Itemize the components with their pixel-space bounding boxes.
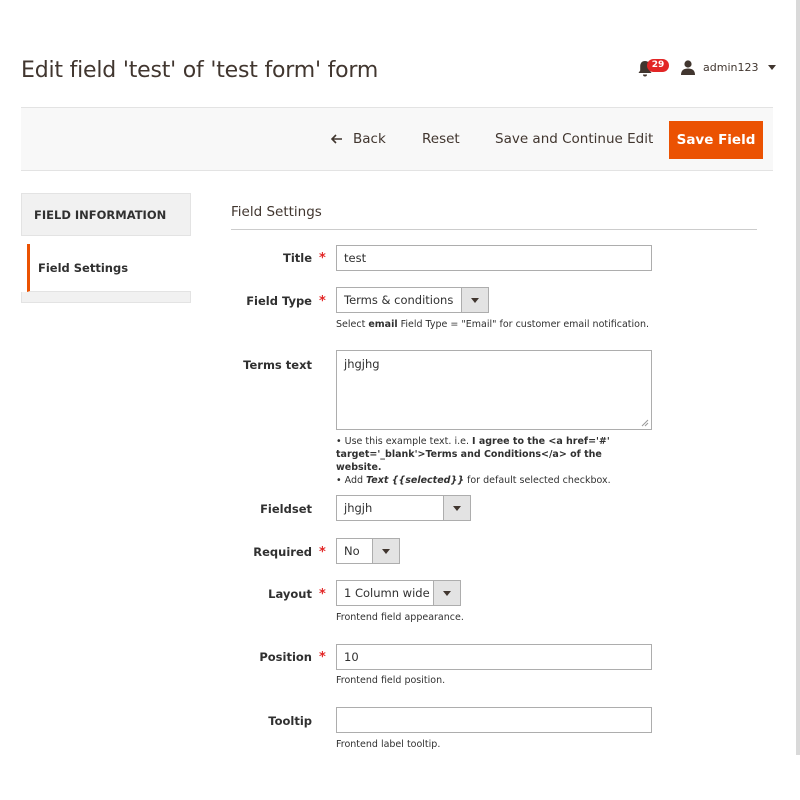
field-type-select[interactable]: Terms & conditions [336, 287, 489, 313]
field-type-note: Select email Field Type = "Email" for cu… [336, 319, 649, 330]
tooltip-label: Tooltip [268, 714, 312, 728]
chevron-down-icon [461, 288, 488, 312]
required-select[interactable]: No [336, 538, 400, 564]
section-divider [231, 229, 757, 230]
reset-button[interactable]: Reset [422, 131, 460, 147]
position-required-marker: * [319, 650, 326, 665]
page-scrollbar[interactable] [796, 0, 800, 755]
sidebar-item-field-settings[interactable]: Field Settings [27, 244, 191, 292]
back-button[interactable]: Back [331, 131, 386, 147]
tooltip-input[interactable] [336, 707, 652, 733]
terms-text-value: jhgjhg [344, 357, 380, 371]
chevron-down-icon [372, 539, 399, 563]
field-type-label: Field Type [246, 294, 312, 308]
save-field-button[interactable]: Save Field [669, 121, 763, 159]
layout-note: Frontend field appearance. [336, 612, 464, 623]
back-button-label: Back [353, 131, 386, 147]
page-actions-bar: Back Reset Save and Continue Edit Save F… [21, 107, 773, 171]
fieldset-select[interactable]: jhgjh [336, 495, 471, 521]
chevron-down-icon [433, 581, 460, 605]
position-label: Position [259, 650, 312, 664]
resize-handle-icon[interactable] [641, 419, 649, 427]
field-type-value: Terms & conditions [344, 293, 454, 307]
user-name: admin123 [703, 61, 759, 74]
chevron-down-icon [443, 496, 470, 520]
user-icon [681, 60, 695, 75]
layout-label: Layout [268, 587, 312, 601]
fieldset-label: Fieldset [260, 502, 312, 516]
required-value: No [344, 544, 360, 558]
title-required-marker: * [319, 251, 326, 266]
position-note: Frontend field position. [336, 675, 446, 686]
sidebar: FIELD INFORMATION Field Settings [21, 193, 191, 303]
position-input[interactable]: 10 [336, 644, 652, 670]
title-input[interactable]: test [336, 245, 652, 271]
save-and-continue-button[interactable]: Save and Continue Edit [495, 131, 653, 147]
user-menu[interactable]: admin123 [681, 60, 777, 75]
terms-text-textarea[interactable]: jhgjhg [336, 350, 652, 430]
chevron-down-icon [768, 65, 777, 70]
tooltip-note: Frontend label tooltip. [336, 739, 441, 750]
layout-select[interactable]: 1 Column wide [336, 580, 461, 606]
sidebar-footer [21, 292, 191, 303]
notification-count-badge[interactable]: 29 [647, 59, 669, 72]
sidebar-heading: FIELD INFORMATION [21, 193, 191, 236]
terms-text-label: Terms text [243, 358, 312, 372]
layout-value: 1 Column wide [344, 586, 430, 600]
field-type-required-marker: * [319, 294, 326, 309]
required-label: Required [253, 545, 312, 559]
arrow-left-icon [331, 134, 342, 144]
required-required-marker: * [319, 545, 326, 560]
section-title: Field Settings [231, 204, 322, 220]
layout-required-marker: * [319, 587, 326, 602]
fieldset-value: jhgjh [344, 501, 373, 515]
title-label: Title [282, 251, 312, 265]
terms-text-note: • Use this example text. i.e. I agree to… [336, 436, 611, 486]
page-title: Edit field 'test' of 'test form' form [21, 58, 379, 83]
